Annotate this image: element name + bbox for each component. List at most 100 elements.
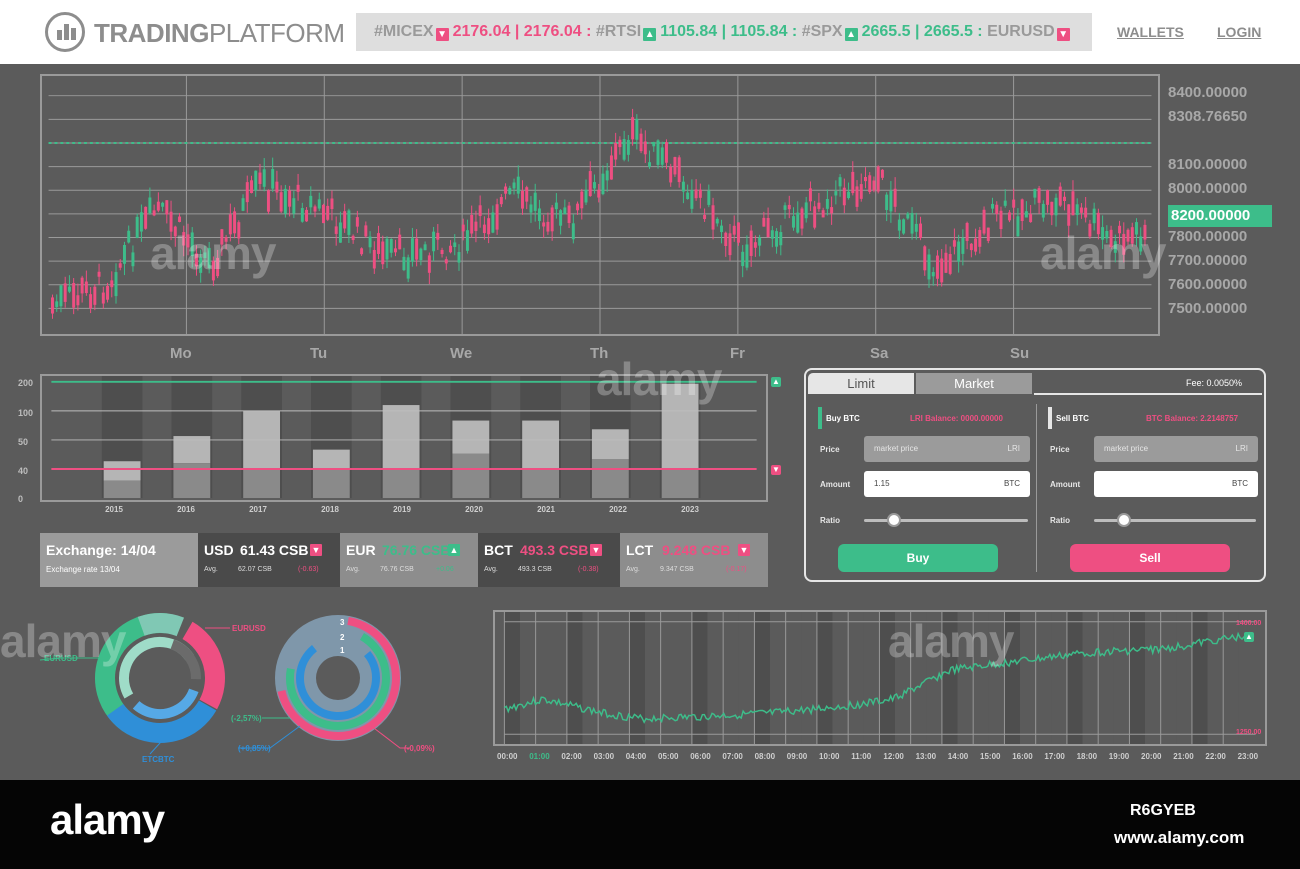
- footer-image-id: R6GYEB: [1130, 802, 1196, 819]
- candle-body: [1067, 204, 1071, 226]
- candle-body: [542, 222, 546, 227]
- price-label: 7600.00000: [1168, 276, 1248, 293]
- sell-button[interactable]: Sell: [1070, 544, 1230, 572]
- candle-body: [703, 214, 707, 219]
- ticker-symbol[interactable]: #SPX: [802, 23, 843, 40]
- candle-body: [686, 192, 690, 200]
- candle-body: [317, 199, 321, 209]
- watermark: alamy: [1040, 227, 1166, 279]
- candle-body: [885, 194, 889, 210]
- candle-body: [597, 189, 601, 198]
- right-donut: [275, 615, 401, 741]
- ticker-symbol[interactable]: EURUSD: [987, 23, 1055, 40]
- candle-body: [178, 216, 181, 222]
- sell-price-input[interactable]: market price LRI: [1094, 436, 1258, 462]
- bar-lower: [312, 469, 350, 499]
- candle-body: [122, 244, 126, 264]
- candle-body: [864, 176, 867, 182]
- ticker-symbol[interactable]: #MICEX: [374, 23, 434, 40]
- candle-body: [512, 182, 516, 189]
- exchange-cell-eur[interactable]: EUR 76.76 CSB ▲ Avg. 76.76 CSB +0.06: [340, 533, 478, 587]
- candle-body: [660, 147, 664, 165]
- candle-body: [618, 139, 622, 148]
- currency-value: 76.76 CSB: [382, 542, 451, 558]
- candle-body: [326, 205, 330, 220]
- candle-body: [84, 281, 88, 294]
- bar-upper: [452, 420, 490, 454]
- exchange-cell-usd[interactable]: USD 61.43 CSB ▼ Avg. 62.07 CSB (-0.63): [198, 533, 340, 587]
- candle-body: [893, 188, 897, 207]
- ticker-values: 1105.84 | 1105.84 :: [660, 23, 798, 40]
- sell-amount-input[interactable]: BTC: [1094, 471, 1258, 497]
- candle-body: [775, 231, 779, 247]
- time-label: 00:00: [497, 752, 518, 761]
- ring-number-3: 3: [340, 618, 345, 627]
- login-link[interactable]: LOGIN: [1217, 24, 1261, 40]
- candle-body: [965, 222, 969, 241]
- bar-upper: [382, 405, 420, 469]
- candle-body: [258, 172, 262, 184]
- candle-body: [474, 221, 478, 231]
- trading-dashboard: TRADINGPLATFORM #MICEX ▼ 2176.04 | 2176.04…: [0, 0, 1300, 869]
- time-band: [1191, 612, 1208, 744]
- candle-body: [67, 286, 71, 292]
- logo-icon: [45, 12, 85, 52]
- time-band: [1098, 612, 1114, 744]
- tab-limit[interactable]: Limit: [808, 373, 914, 394]
- candle-body: [923, 246, 927, 271]
- candle-body: [601, 173, 605, 195]
- bar-lower: [591, 459, 629, 499]
- candle-body: [1071, 191, 1075, 216]
- exchange-cell-bct[interactable]: BCT 493.3 CSB ▼ Avg. 493.3 CSB (-0.38): [478, 533, 620, 587]
- currency-value: 493.3 CSB: [520, 542, 589, 558]
- buy-amount-input[interactable]: 1.15 BTC: [864, 471, 1030, 497]
- currency-code: BCT: [484, 542, 513, 558]
- intraday-line-chart[interactable]: [493, 610, 1267, 746]
- wallets-link[interactable]: WALLETS: [1117, 24, 1184, 40]
- candle-body: [609, 155, 613, 180]
- avg-value: 62.07 CSB: [238, 566, 272, 573]
- candle-body: [550, 207, 554, 232]
- lower-level-arrow-icon: ▼: [771, 465, 781, 475]
- candle-body: [504, 186, 508, 194]
- time-band: [816, 612, 833, 744]
- candle-body: [381, 241, 385, 265]
- right-donut-label-3: (-0,09%): [404, 744, 435, 753]
- candle-body: [1007, 212, 1011, 221]
- candle-body: [694, 189, 698, 199]
- candle-body: [626, 139, 630, 155]
- candle-body: [677, 157, 681, 183]
- candle-body: [957, 241, 961, 262]
- time-label: 05:00: [658, 752, 679, 761]
- buy-ratio-knob[interactable]: [887, 513, 901, 527]
- ticker-symbol[interactable]: #RTSI: [596, 23, 641, 40]
- tab-market[interactable]: Market: [916, 373, 1032, 394]
- avg-value: 76.76 CSB: [380, 566, 414, 573]
- candle-body: [80, 277, 84, 294]
- footer-url: www.alamy.com: [1114, 828, 1245, 847]
- candle-body: [449, 245, 452, 253]
- time-band: [1223, 612, 1239, 744]
- candle-body: [554, 202, 558, 210]
- candle-body: [444, 259, 448, 264]
- buy-ratio-label: Ratio: [820, 516, 840, 525]
- buy-price-input[interactable]: market price LRI: [864, 436, 1030, 462]
- candlestick-chart[interactable]: [40, 74, 1160, 336]
- day-label: Su: [1010, 345, 1030, 362]
- candle-body: [1079, 207, 1083, 213]
- candle-body: [499, 197, 503, 205]
- candle-body: [859, 184, 863, 199]
- candle-body: [351, 235, 355, 241]
- candle-body: [927, 254, 931, 280]
- bar-lower: [522, 469, 559, 499]
- candle-body: [525, 187, 529, 202]
- price-label: 8000.00000: [1168, 180, 1248, 197]
- candle-body: [385, 238, 389, 260]
- price-label: 8308.76650: [1168, 108, 1248, 125]
- exchange-cell-lct[interactable]: LCT 9.248 CSB ▼ Avg. 9.347 CSB (-0.17): [620, 533, 768, 587]
- candle-body: [991, 203, 994, 209]
- candle-body: [389, 238, 393, 253]
- buy-button[interactable]: Buy: [838, 544, 998, 572]
- sell-ratio-knob[interactable]: [1117, 513, 1131, 527]
- candle-body: [288, 190, 292, 207]
